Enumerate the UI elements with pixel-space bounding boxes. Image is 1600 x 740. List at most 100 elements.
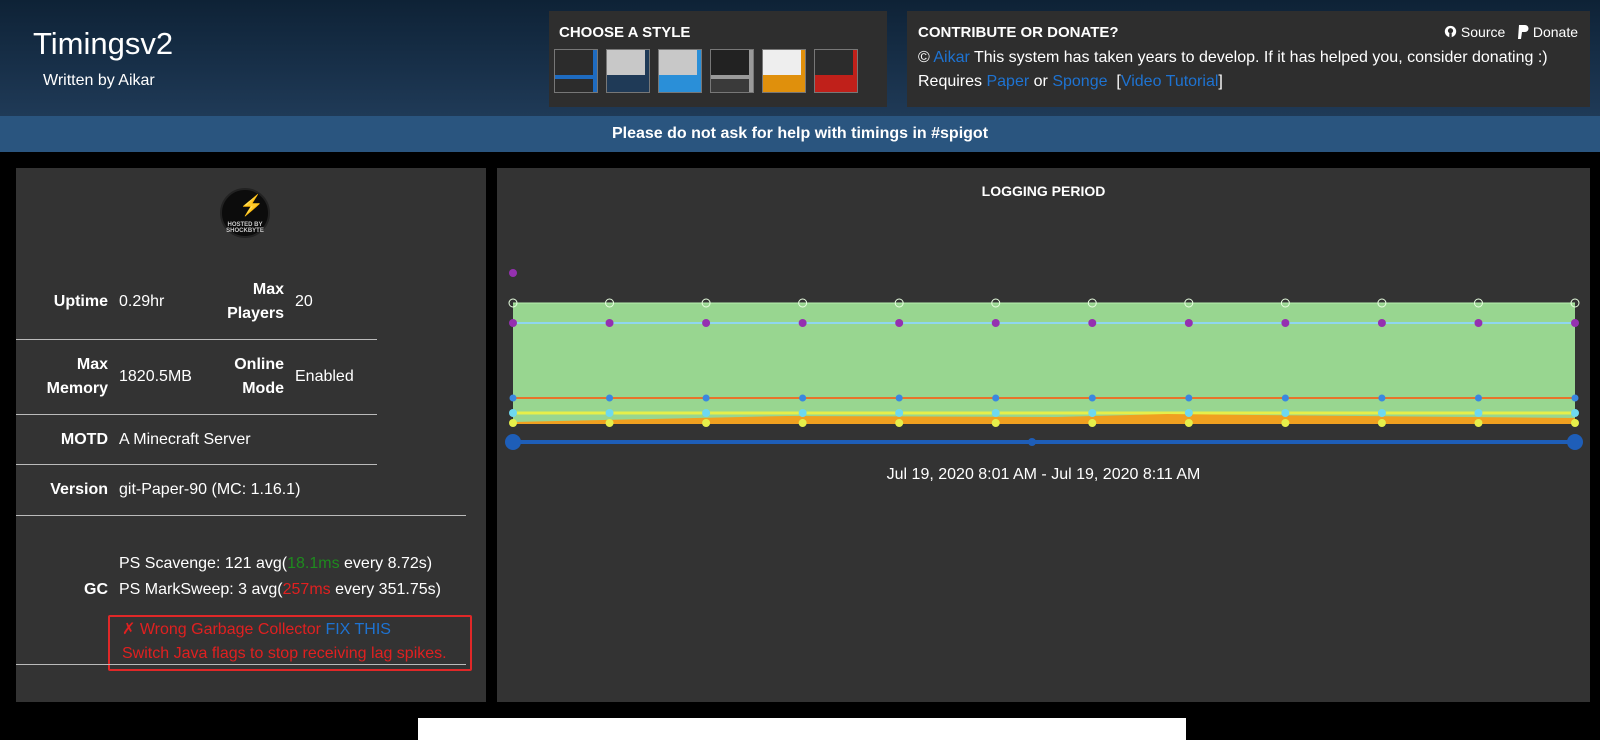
row-divider — [16, 339, 377, 340]
sponge-link[interactable]: Sponge — [1052, 73, 1107, 90]
donate-link[interactable]: Donate — [1513, 24, 1578, 40]
contribute-title: CONTRIBUTE OR DONATE? — [918, 24, 1119, 41]
gc-marksweep-suffix: every 351.75s) — [330, 581, 441, 598]
gc-scavenge-suffix: every 8.72s) — [339, 555, 433, 572]
version-value: git-Paper-90 (MC: 1.16.1) — [119, 481, 301, 498]
motd-value: A Minecraft Server — [119, 431, 251, 448]
chart-point — [1377, 409, 1386, 417]
host-logo[interactable]: ⚡ HOSTED BY SHOCKBYTE — [220, 188, 270, 238]
chart-point — [509, 409, 517, 417]
style-swatch-dark-gray[interactable] — [710, 49, 754, 93]
max-memory-label-2: Memory — [46, 380, 108, 397]
row-divider — [16, 414, 377, 415]
timeline-slider-end-handle[interactable] — [1567, 434, 1583, 450]
paper-link[interactable]: Paper — [986, 73, 1029, 90]
chart-point — [509, 394, 517, 402]
app-title: Timingsv2 — [33, 26, 174, 61]
gc-scavenge-ms: 18.1ms — [287, 555, 340, 572]
gc-warning-line: ✗ Wrong Garbage Collector FIX THIS — [122, 619, 391, 639]
chart-range-text: Jul 19, 2020 8:01 AM - Jul 19, 2020 8:11… — [886, 466, 1201, 483]
source-link[interactable]: Source — [1444, 24, 1509, 40]
contribute-message: This system has taken years to develop. … — [973, 49, 1548, 66]
style-swatch-light-blue[interactable] — [658, 49, 702, 93]
online-mode-label-1: Online — [234, 356, 284, 373]
chart-point — [1281, 409, 1290, 417]
video-tutorial-link[interactable]: Video Tutorial — [1121, 73, 1219, 90]
chart-point — [1088, 409, 1097, 417]
uptime-value: 0.29hr — [119, 293, 165, 310]
chart-point — [1377, 419, 1386, 427]
github-icon — [1444, 25, 1457, 38]
max-players-label-1: Max — [252, 281, 284, 298]
server-info-panel: ⚡ HOSTED BY SHOCKBYTE Uptime 0.29hr Max … — [16, 168, 486, 702]
style-swatch-dark-blue[interactable] — [554, 49, 598, 93]
contribute-links: Source Donate — [1444, 24, 1578, 40]
logging-period-chart[interactable] — [497, 168, 1590, 468]
paypal-icon — [1517, 25, 1529, 39]
chart-point — [509, 269, 517, 277]
row-divider — [16, 515, 466, 516]
chart-point — [702, 394, 710, 402]
style-swatch-dark-red[interactable] — [814, 49, 858, 93]
chart-point — [605, 419, 614, 427]
chart-point — [1184, 409, 1193, 417]
gc-scavenge: PS Scavenge: 121 avg(18.1ms every 8.72s) — [119, 552, 432, 576]
online-mode-value: Enabled — [295, 368, 354, 385]
chart-point — [1088, 319, 1097, 327]
gc-marksweep-prefix: PS MarkSweep: 3 avg( — [119, 581, 283, 598]
chart-point — [509, 419, 517, 427]
gc-scavenge-prefix: PS Scavenge: 121 avg( — [119, 555, 288, 572]
video-close-bracket: ] — [1218, 73, 1223, 90]
chart-point — [798, 419, 807, 427]
contribute-message-line: © Aikar This system has taken years to d… — [918, 49, 1548, 67]
copyright-symbol: © — [918, 49, 930, 66]
lightning-icon: ⚡ — [239, 195, 264, 217]
chart-point — [1378, 394, 1386, 402]
author-link[interactable]: Aikar — [933, 49, 969, 66]
contribute-box: CONTRIBUTE OR DONATE? Source Donate © Ai… — [907, 11, 1590, 107]
motd-label: MOTD — [60, 431, 108, 448]
chart-point — [798, 319, 807, 327]
bottom-content-box — [418, 718, 1186, 740]
max-players-value: 20 — [295, 293, 313, 310]
or-text: or — [1033, 73, 1048, 90]
requires-label: Requires — [918, 73, 983, 90]
chart-point — [1474, 394, 1482, 402]
chart-point — [895, 419, 904, 427]
host-logo-text: HOSTED BY SHOCKBYTE — [226, 222, 264, 234]
row-divider — [16, 664, 466, 665]
style-chooser: CHOOSE A STYLE — [549, 11, 887, 107]
logging-period-panel: LOGGING PERIOD Jul 19, 2020 8:01 AM - Ju… — [497, 168, 1590, 702]
notice-banner: Please do not ask for help with timings … — [0, 116, 1600, 152]
chart-point — [1571, 319, 1579, 327]
gc-warning-text-2: Switch Java flags to stop receiving lag … — [122, 645, 447, 662]
chart-point — [1474, 319, 1483, 327]
chart-point — [895, 409, 904, 417]
chart-point — [1184, 319, 1193, 327]
chart-point — [509, 319, 517, 327]
max-memory-label-1: Max — [76, 356, 108, 373]
timeline-slider-middle-handle[interactable] — [1028, 438, 1036, 446]
chart-point — [991, 319, 1000, 327]
chart-point — [1474, 419, 1483, 427]
timeline-slider-start-handle[interactable] — [505, 434, 521, 450]
chart-point — [1474, 409, 1483, 417]
max-memory-value: 1820.5MB — [119, 368, 192, 385]
chart-point — [799, 394, 807, 402]
uptime-label: Uptime — [53, 293, 108, 310]
chart-point — [605, 409, 614, 417]
style-swatch-orange[interactable] — [762, 49, 806, 93]
source-label: Source — [1460, 24, 1506, 40]
chart-point — [1281, 319, 1290, 327]
header: Timingsv2 Written by Aikar CHOOSE A STYL… — [0, 0, 1600, 116]
requires-line: Requires Paper or Sponge [Video Tutorial… — [918, 73, 1223, 91]
chart-point — [1571, 394, 1579, 402]
chart-point — [1088, 394, 1096, 402]
chart-point — [606, 394, 614, 402]
chart-point — [1281, 394, 1289, 402]
chart-point — [991, 409, 1000, 417]
fix-this-link[interactable]: FIX THIS — [325, 621, 391, 638]
chart-point — [992, 394, 1000, 402]
style-swatch-light-navy[interactable] — [606, 49, 650, 93]
version-label: Version — [50, 481, 108, 498]
